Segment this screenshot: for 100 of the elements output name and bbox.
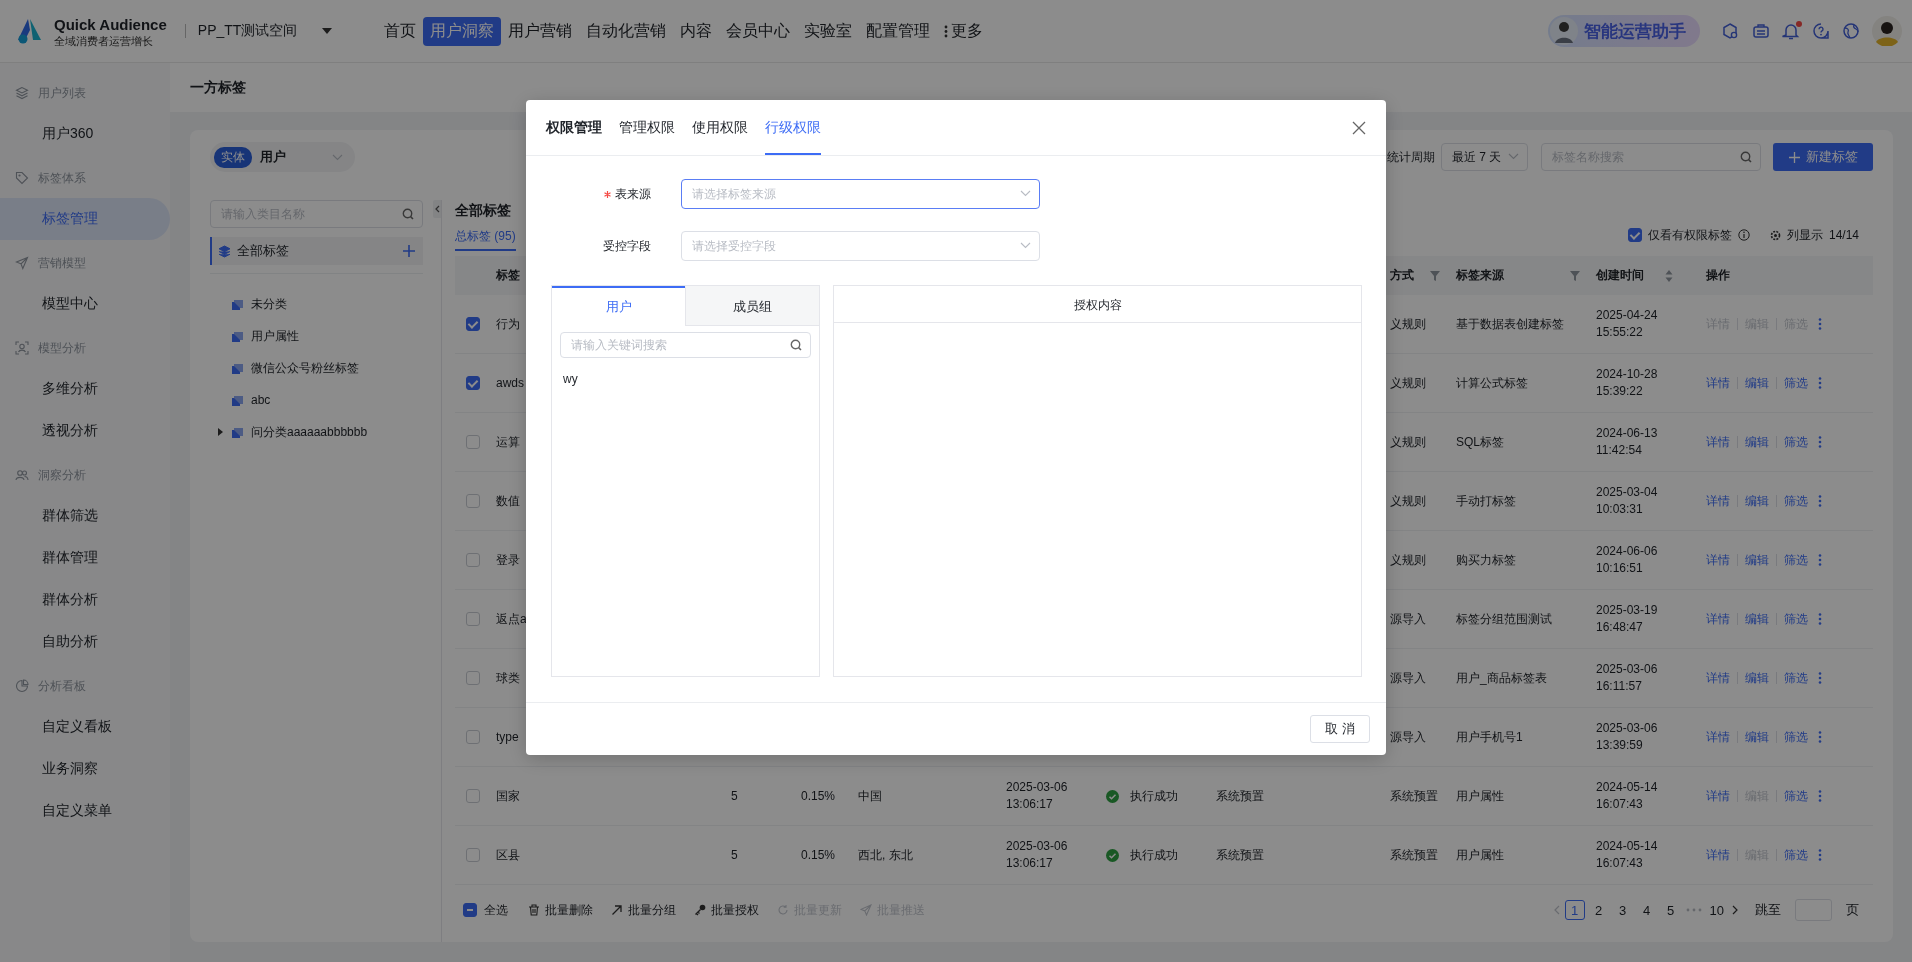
new-tag-button[interactable]: 新建标签 [1773, 143, 1873, 171]
action-link[interactable]: 详情 [1706, 787, 1730, 805]
nav-tab[interactable]: 配置管理 [859, 16, 938, 46]
tree-root-item[interactable]: 全部标签 [210, 237, 423, 265]
action-link[interactable]: 筛选 [1784, 492, 1808, 510]
action-link[interactable]: 详情 [1706, 610, 1730, 628]
help-icon[interactable] [1812, 22, 1830, 40]
sidebar-item[interactable]: 自定义看板 [0, 706, 170, 748]
action-link[interactable]: 详情 [1706, 551, 1730, 569]
close-icon[interactable] [1352, 120, 1366, 135]
member-search-field[interactable]: 请输入关键词搜索 [560, 332, 811, 359]
tab[interactable]: 行级权限 [765, 100, 821, 156]
collapse-handle[interactable] [433, 200, 441, 218]
checkbox[interactable] [465, 612, 480, 626]
more-menu[interactable]: 更多 [943, 16, 984, 46]
checkbox[interactable] [465, 789, 480, 803]
action-link[interactable]: 筛选 [1784, 787, 1808, 805]
action-link[interactable]: 编辑 [1745, 610, 1769, 628]
action-link[interactable]: 筛选 [1784, 846, 1808, 864]
action-link[interactable]: 筛选 [1784, 669, 1808, 687]
tree-item[interactable]: 未分类 [251, 295, 287, 313]
sidebar-item[interactable]: 透视分析 [0, 410, 170, 452]
cancel-button[interactable]: 取 消 [1310, 715, 1370, 744]
checkbox[interactable] [1627, 228, 1642, 242]
checkbox[interactable] [465, 671, 480, 685]
avatar-icon[interactable] [1872, 16, 1902, 46]
ellipsis-icon[interactable] [1684, 907, 1703, 913]
action-link[interactable]: 详情 [1706, 669, 1730, 687]
checkbox[interactable] [465, 317, 480, 331]
action-link[interactable]: 编辑 [1745, 374, 1769, 392]
sidebar-item[interactable]: 业务洞察 [0, 748, 170, 790]
bulk-action-button[interactable]: 批量分组 [611, 901, 676, 919]
more-icon[interactable] [1818, 612, 1822, 626]
bulk-action-button[interactable]: 批量授权 [694, 901, 759, 919]
checkbox[interactable] [465, 435, 480, 449]
briefcase-icon[interactable] [1752, 22, 1770, 40]
tab[interactable]: 管理权限 [619, 100, 675, 156]
sidebar-item[interactable]: 群体筛选 [0, 495, 170, 537]
more-icon[interactable] [1818, 317, 1822, 331]
action-link[interactable]: 筛选 [1784, 551, 1808, 569]
action-link[interactable]: 详情 [1706, 492, 1730, 510]
nav-tab[interactable]: 实验室 [797, 16, 860, 46]
page-button[interactable]: 5 [1660, 900, 1681, 920]
sidebar-item[interactable]: 群体分析 [0, 579, 170, 621]
column-display-link[interactable]: 列显示 [1786, 226, 1823, 244]
checkbox[interactable] [465, 376, 480, 390]
sidebar-item[interactable]: 自助分析 [0, 621, 170, 663]
checkbox[interactable] [465, 553, 480, 567]
tab[interactable]: 成员组 [685, 286, 819, 327]
action-link[interactable]: 筛选 [1784, 728, 1808, 746]
tree-item[interactable]: 问分类aaaaaabbbbbb [251, 423, 368, 441]
more-icon[interactable] [1818, 789, 1822, 803]
page-button[interactable]: 4 [1636, 900, 1657, 920]
action-link[interactable]: 筛选 [1784, 610, 1808, 628]
more-icon[interactable] [1818, 376, 1822, 390]
globe-icon[interactable] [1842, 22, 1860, 40]
more-icon[interactable] [1818, 494, 1822, 508]
nav-tab[interactable]: 内容 [673, 16, 720, 46]
nav-tab[interactable]: 自动化营销 [579, 16, 674, 46]
checkbox[interactable] [465, 848, 480, 862]
bulk-action-button[interactable]: 批量删除 [528, 901, 593, 919]
action-link[interactable]: 编辑 [1745, 728, 1769, 746]
nav-tab[interactable]: 用户洞察 [423, 16, 502, 46]
checkbox[interactable] [465, 730, 480, 744]
more-icon[interactable] [1818, 553, 1822, 567]
action-link[interactable]: 筛选 [1784, 433, 1808, 451]
tab[interactable]: 使用权限 [692, 100, 748, 156]
page-button[interactable]: 3 [1612, 900, 1633, 920]
sidebar-item[interactable]: 自定义菜单 [0, 790, 170, 832]
caret-icon[interactable] [217, 428, 223, 436]
add-icon[interactable] [403, 245, 415, 257]
filter-icon[interactable] [1430, 270, 1440, 281]
sidebar-item[interactable]: 用户360 [0, 113, 170, 155]
page-button[interactable]: 2 [1588, 900, 1609, 920]
entity-selector[interactable]: 实体 用户 [210, 142, 355, 172]
nav-tab[interactable]: 会员中心 [719, 16, 798, 46]
sidebar-item[interactable]: 多维分析 [0, 368, 170, 410]
sort-icon[interactable] [1665, 269, 1673, 282]
action-link[interactable]: 详情 [1706, 374, 1730, 392]
sidebar-item[interactable]: 群体管理 [0, 537, 170, 579]
tree-item[interactable]: 微信公众号粉丝标签 [251, 359, 359, 377]
more-icon[interactable] [1818, 671, 1822, 685]
select-field[interactable]: 请选择标签来源 [681, 179, 1040, 210]
action-link[interactable]: 编辑 [1745, 551, 1769, 569]
sidebar-item[interactable]: 标签管理 [0, 198, 170, 240]
action-link[interactable]: 筛选 [1784, 374, 1808, 392]
tree-item[interactable]: 用户属性 [251, 327, 299, 345]
sidebar-item[interactable]: 模型中心 [0, 283, 170, 325]
workspace-selector[interactable]: PP_TT测试空间 [197, 22, 334, 40]
more-icon[interactable] [1818, 730, 1822, 744]
hexagon-icon[interactable] [1722, 22, 1740, 40]
action-link[interactable]: 详情 [1706, 728, 1730, 746]
filter-icon[interactable] [1570, 270, 1580, 281]
chevron-right-icon[interactable] [1731, 905, 1739, 915]
tab[interactable]: 总标签 (95) [455, 221, 516, 251]
checkbox[interactable] [465, 494, 480, 508]
period-select[interactable]: 最近 7 天 [1441, 143, 1528, 171]
action-link[interactable]: 编辑 [1745, 433, 1769, 451]
tree-item[interactable]: abc [251, 393, 271, 407]
page-button[interactable]: 1 [1564, 900, 1585, 920]
